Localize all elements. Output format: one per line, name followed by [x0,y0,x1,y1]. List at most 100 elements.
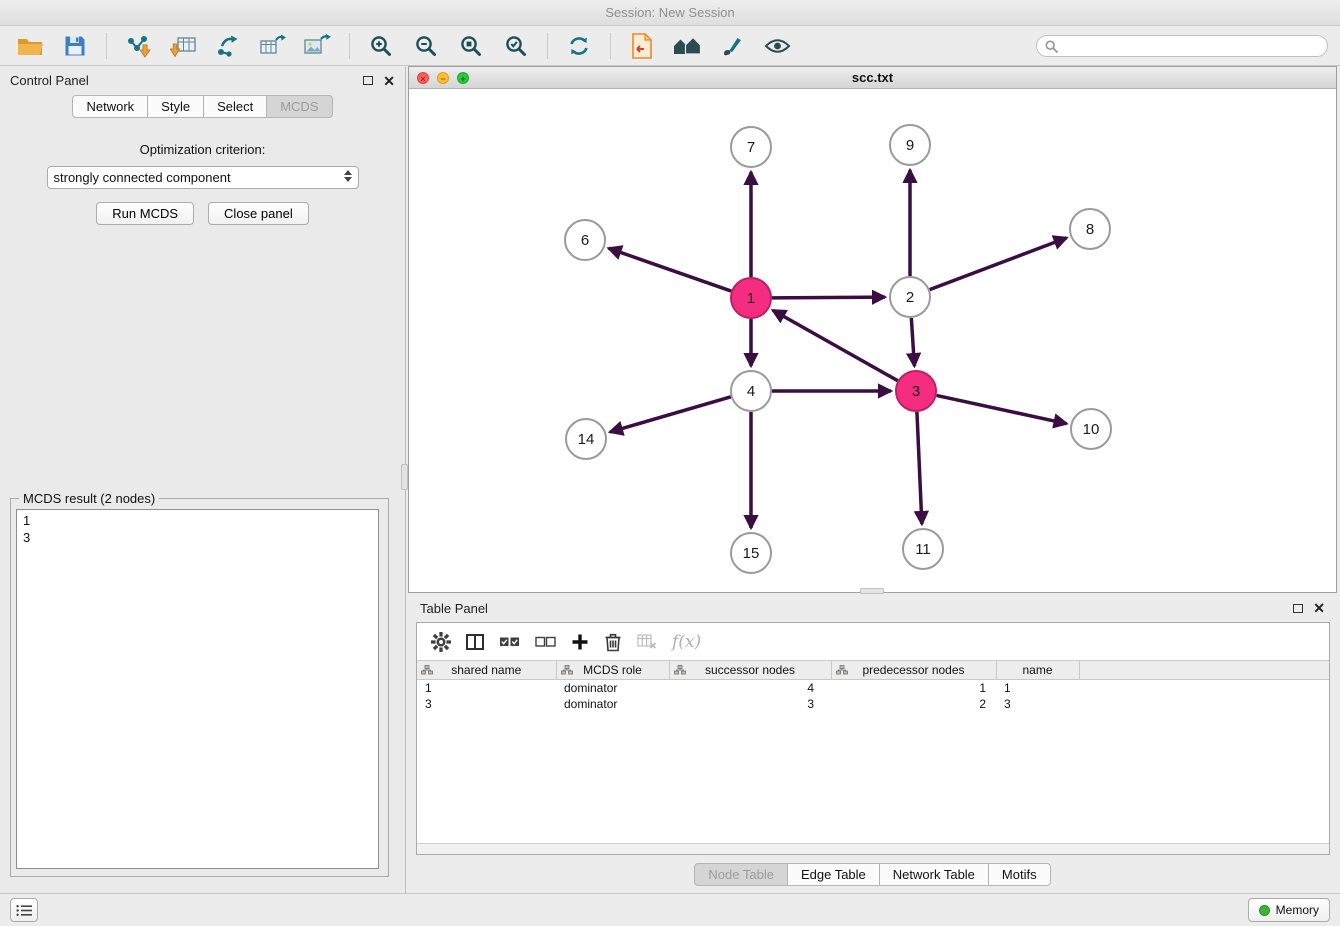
tab-edge-table[interactable]: Edge Table [788,863,880,886]
show-columns-button[interactable] [466,634,484,650]
layout-group [561,31,597,62]
show-panels-button[interactable] [10,898,38,922]
mcds-result-text[interactable]: 1 3 [16,509,379,869]
minimize-window-button[interactable]: − [437,72,449,84]
table-row[interactable]: 1dominator411 [417,680,1329,696]
table-settings-button[interactable] [431,632,451,652]
zoom-fit-button[interactable] [453,31,489,62]
save-session-button[interactable] [57,31,93,62]
export-image-button[interactable] [300,31,336,62]
export-network-button[interactable] [210,31,246,62]
tab-style[interactable]: Style [148,95,204,118]
tab-network-table[interactable]: Network Table [880,863,989,886]
cell-shared-name[interactable]: 3 [417,696,556,712]
network-document-button[interactable] [624,31,660,62]
paint-style-button[interactable] [714,31,750,62]
network-canvas[interactable]: 7 9 6 8 1 2 4 3 14 10 15 11 [409,89,1336,591]
cell-predecessor-nodes[interactable]: 1 [831,680,996,696]
delete-table-button[interactable] [637,634,657,650]
window-titlebar[interactable]: Session: New Session [0,0,1340,26]
cell-mcds-role[interactable]: dominator [556,680,669,696]
graph-node-8[interactable]: 8 [1070,209,1110,249]
add-column-button[interactable] [571,633,589,651]
first-neighbors-button[interactable] [669,31,705,62]
maximize-window-button[interactable]: + [457,72,469,84]
node-table-header-row: shared name MCDS role successor nodes pr… [417,661,1329,680]
run-mcds-button[interactable]: Run MCDS [96,202,194,225]
toolbar-separator [547,33,548,59]
close-panel-button[interactable]: Close panel [208,202,309,225]
zoom-in-button[interactable] [363,31,399,62]
column-header-shared-name[interactable]: shared name [417,661,556,680]
cell-filler [1079,680,1329,696]
graph-edge-1-6[interactable] [609,248,732,291]
close-window-button[interactable]: × [417,72,429,84]
cell-name[interactable]: 1 [996,680,1079,696]
tab-select[interactable]: Select [204,95,267,118]
tab-motifs[interactable]: Motifs [989,863,1051,886]
graph-node-1[interactable]: 1 [731,278,771,318]
graph-node-4[interactable]: 4 [731,371,771,411]
tab-node-table[interactable]: Node Table [694,863,788,886]
export-table-button[interactable] [255,31,291,62]
graph-node-2[interactable]: 2 [890,277,930,317]
import-network-button[interactable] [120,31,156,62]
mcds-result-group: MCDS result (2 nodes) 1 3 [10,491,389,877]
cell-successor-nodes[interactable]: 3 [669,696,831,712]
cell-shared-name[interactable]: 1 [417,680,556,696]
horizontal-splitter-handle[interactable] [860,588,884,594]
svg-text:9: 9 [906,137,914,154]
graph-edge-3-11[interactable] [917,412,922,524]
tab-mcds[interactable]: MCDS [267,95,332,118]
graph-edge-2-8[interactable] [930,238,1067,290]
cell-predecessor-nodes[interactable]: 2 [831,696,996,712]
graph-node-15[interactable]: 15 [731,533,771,573]
cell-mcds-role[interactable]: dominator [556,696,669,712]
table-row[interactable]: 3dominator323 [417,696,1329,712]
vertical-splitter-handle[interactable] [401,464,408,490]
zoom-out-button[interactable] [408,31,444,62]
graph-node-7[interactable]: 7 [731,127,771,167]
column-header-predecessor-nodes[interactable]: predecessor nodes [831,661,996,680]
criterion-dropdown[interactable]: strongly connected component [47,166,359,189]
search-field[interactable] [1036,35,1328,57]
graph-node-10[interactable]: 10 [1071,409,1111,449]
graph-node-14[interactable]: 14 [566,419,606,459]
network-window-titlebar[interactable]: × − + scc.txt [409,67,1336,89]
column-tree-icon [421,665,433,675]
deselect-all-button[interactable] [535,635,556,649]
column-header-successor-nodes[interactable]: successor nodes [669,661,831,680]
close-panel-icon[interactable]: ✕ [383,76,395,86]
close-table-panel-icon[interactable]: ✕ [1313,603,1325,613]
graph-node-3[interactable]: 3 [896,371,936,411]
cell-name[interactable]: 3 [996,696,1079,712]
horizontal-scrollbar[interactable] [417,843,1329,854]
graph-edge-4-14[interactable] [610,397,731,432]
svg-text:1: 1 [747,290,755,307]
memory-button[interactable]: Memory [1248,898,1330,922]
float-panel-icon[interactable] [363,76,373,85]
tab-network[interactable]: Network [72,95,148,118]
zoom-selected-button[interactable] [498,31,534,62]
graph-node-9[interactable]: 9 [890,125,930,165]
cell-successor-nodes[interactable]: 4 [669,680,831,696]
graph-edge-2-3[interactable] [911,318,914,366]
graph-edge-3-10[interactable] [937,395,1067,423]
column-header-mcds-role[interactable]: MCDS role [556,661,669,680]
open-session-button[interactable] [12,31,48,62]
import-table-button[interactable] [165,31,201,62]
graph-edge-3-1[interactable] [773,310,898,380]
zoom-group [363,31,534,62]
graph-node-6[interactable]: 6 [565,220,605,260]
apply-layout-button[interactable] [561,31,597,62]
delete-column-button[interactable] [604,632,622,652]
show-graphics-details-button[interactable] [759,31,795,62]
float-table-panel-icon[interactable] [1293,604,1303,613]
graph-node-11[interactable]: 11 [903,529,943,569]
column-header-filler [1079,661,1329,680]
function-builder-button[interactable]: f(x) [672,632,701,652]
search-input[interactable] [1063,39,1319,53]
graph-edge-1-2[interactable] [772,297,885,298]
column-header-name[interactable]: name [996,661,1079,680]
select-all-button[interactable] [499,635,520,649]
